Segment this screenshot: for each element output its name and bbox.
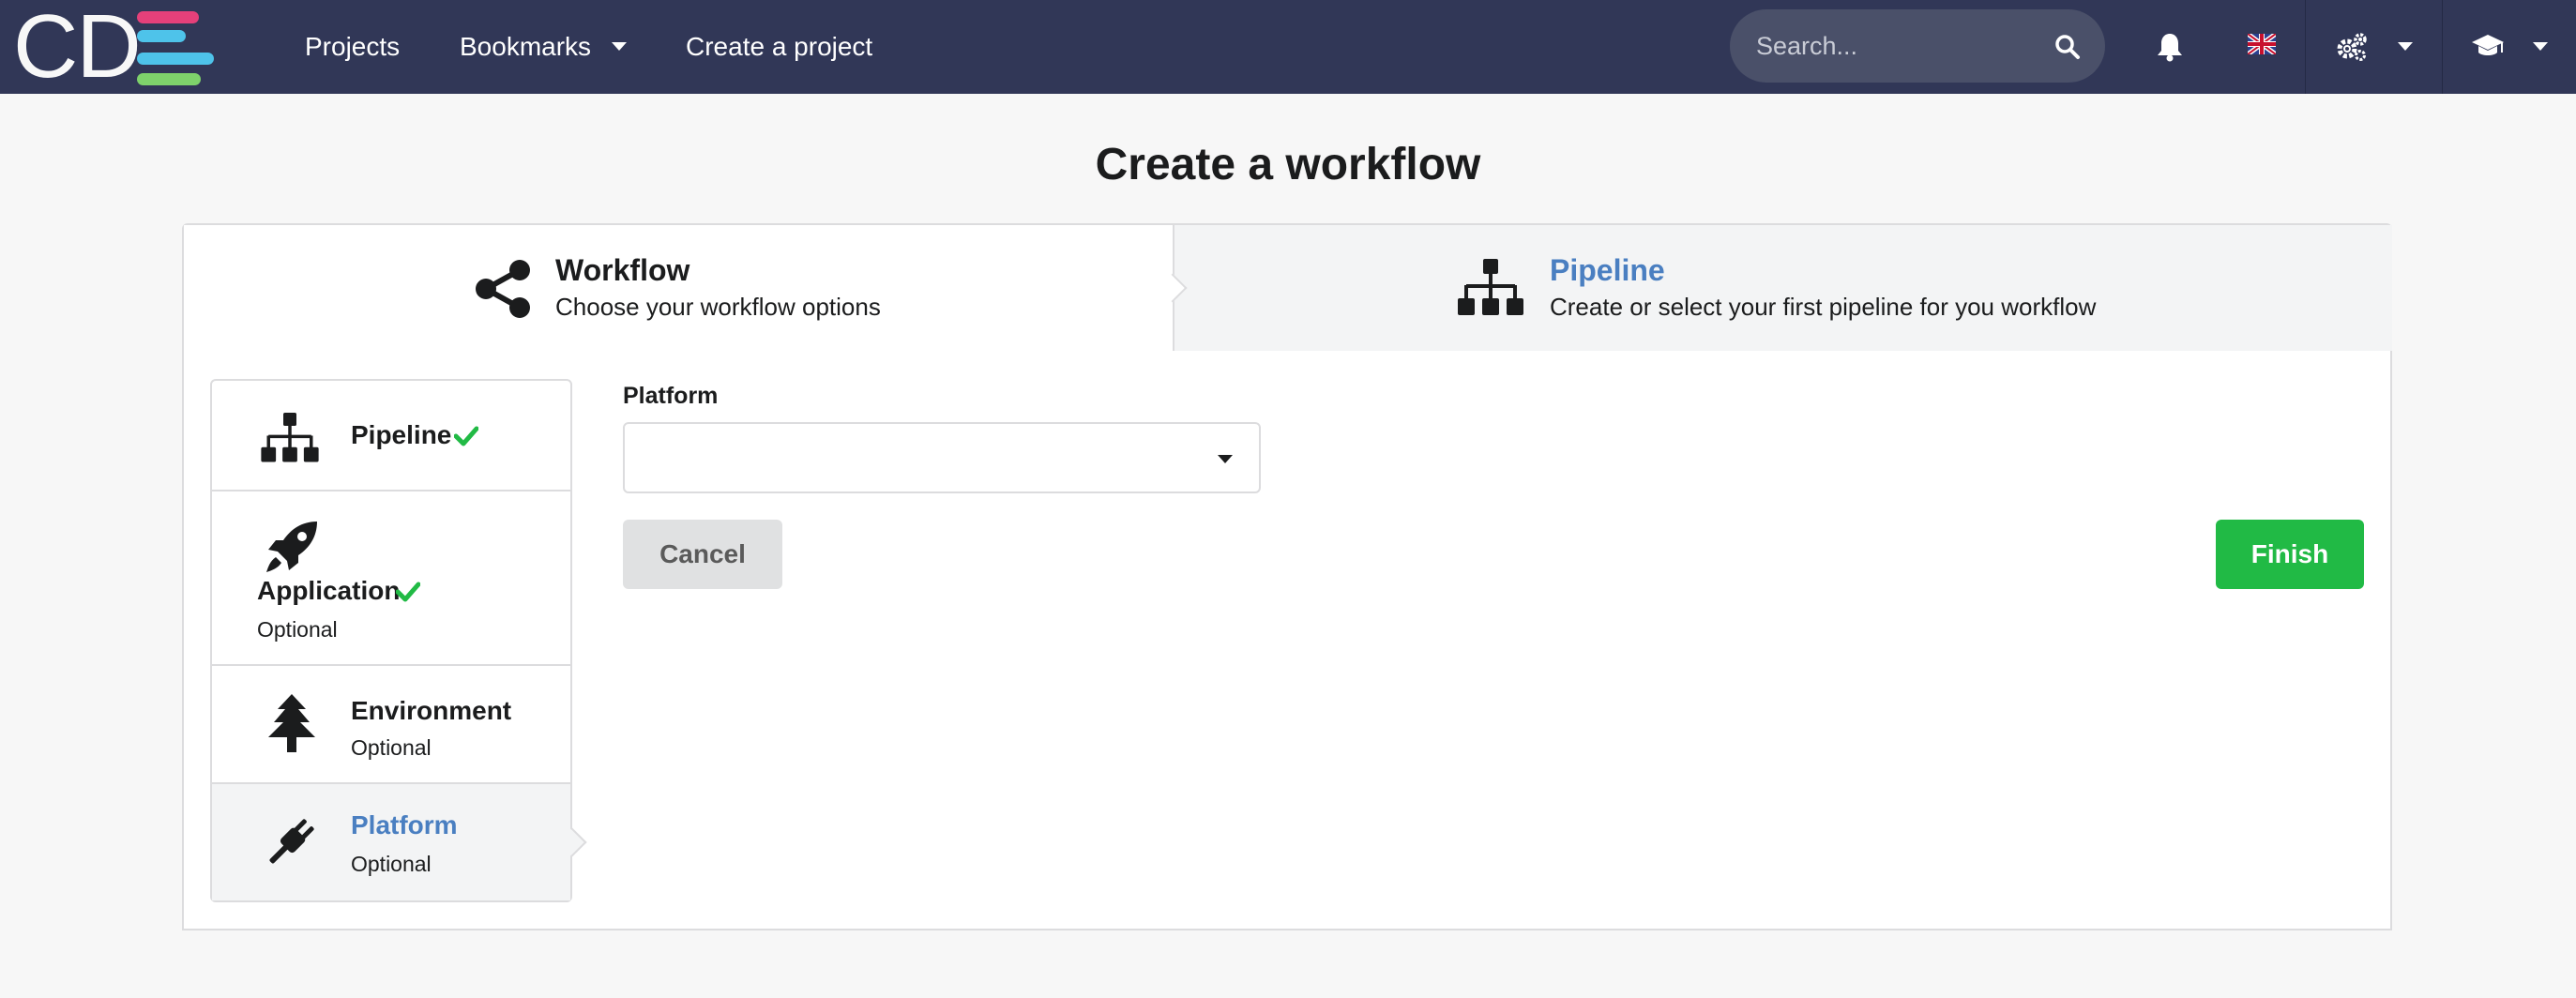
nav-separator — [2305, 0, 2306, 94]
graduation-cap-icon[interactable] — [2471, 32, 2505, 60]
platform-select[interactable] — [623, 422, 1261, 493]
menu-item-pipeline[interactable]: Pipeline — [212, 381, 570, 491]
menu-item-platform[interactable]: Platform Optional — [212, 784, 570, 900]
finish-button[interactable]: Finish — [2216, 520, 2364, 589]
plug-icon — [269, 819, 314, 864]
step-workflow-description: Choose your workflow options — [555, 293, 881, 321]
menu-item-application[interactable]: Application Optional — [212, 491, 570, 666]
step-pipeline-title: Pipeline — [1550, 253, 1665, 287]
workflow-steps: Workflow Choose your workflow options Pi… — [182, 223, 2392, 353]
menu-item-platform-label: Platform — [351, 810, 458, 839]
menu-item-environment[interactable]: Environment Optional — [212, 666, 570, 784]
menu-item-application-label: Application — [257, 576, 401, 605]
step-workflow-title: Workflow — [555, 253, 690, 287]
nav-bookmarks[interactable]: Bookmarks — [460, 0, 591, 94]
logo-bar-cyan-2 — [137, 53, 214, 65]
bell-icon[interactable] — [2156, 32, 2184, 62]
nav-separator-2 — [2442, 0, 2443, 94]
top-navbar: CD Projects Bookmarks Create a project — [0, 0, 2576, 94]
search-icon[interactable] — [2054, 34, 2081, 60]
search-input[interactable] — [1756, 9, 2038, 83]
help-caret-icon[interactable] — [2533, 42, 2548, 51]
step-menu: Pipeline Application Optional Environmen… — [210, 379, 572, 902]
logo-bar-green — [137, 73, 201, 85]
check-icon — [454, 426, 478, 446]
menu-item-application-sub: Optional — [257, 617, 338, 642]
cancel-button[interactable]: Cancel — [623, 520, 782, 589]
tree-icon — [268, 694, 315, 752]
search-box — [1730, 9, 2105, 83]
nav-projects[interactable]: Projects — [305, 0, 400, 94]
bookmarks-caret-icon[interactable] — [612, 42, 627, 51]
step-pipeline-description: Create or select your first pipeline for… — [1550, 293, 2097, 321]
menu-item-environment-sub: Optional — [351, 735, 432, 760]
dropdown-caret-icon — [1218, 455, 1233, 463]
sitemap-icon — [261, 413, 319, 462]
menu-item-environment-label: Environment — [351, 696, 512, 725]
menu-item-platform-sub: Optional — [351, 852, 432, 876]
cogs-icon[interactable] — [2336, 32, 2368, 62]
step-workflow[interactable]: Workflow Choose your workflow options — [184, 225, 1173, 351]
menu-item-pipeline-label: Pipeline — [351, 420, 452, 449]
settings-caret-icon[interactable] — [2398, 42, 2413, 51]
logo-text: CD — [13, 0, 142, 97]
share-alt-icon — [476, 260, 530, 318]
nav-create-project[interactable]: Create a project — [686, 0, 872, 94]
logo-bar-pink — [137, 11, 199, 23]
cds-logo[interactable]: CD — [13, 2, 214, 92]
sitemap-icon — [1458, 259, 1523, 315]
rocket-icon — [266, 522, 317, 572]
logo-bar-cyan — [137, 30, 186, 42]
flag-uk-icon[interactable] — [2248, 34, 2276, 54]
platform-field-label: Platform — [623, 383, 719, 409]
step-pipeline[interactable]: Pipeline Create or select your first pip… — [1173, 225, 2392, 351]
check-icon — [396, 582, 420, 602]
page-title: Create a workflow — [1095, 140, 1481, 189]
